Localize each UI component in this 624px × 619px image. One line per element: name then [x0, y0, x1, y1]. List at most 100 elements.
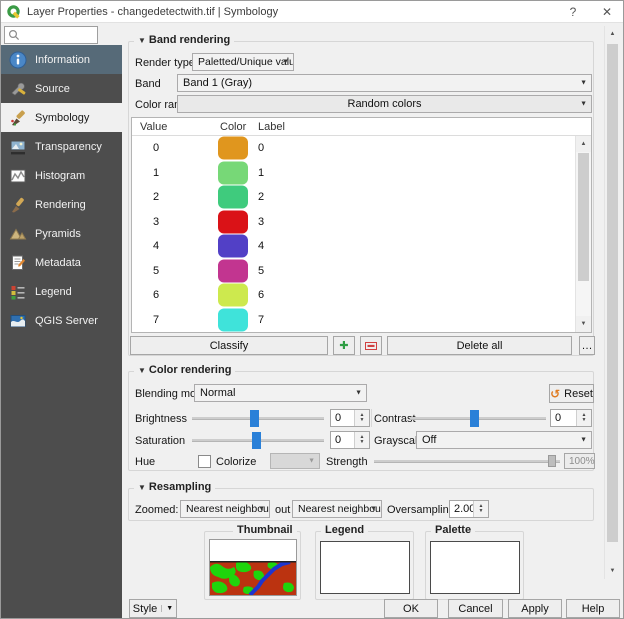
strength-slider-thumb[interactable]	[548, 455, 556, 467]
sidebar-item-transparency[interactable]: Transparency	[1, 132, 122, 161]
band-rendering-group: ▼ Band rendering Render type Paletted/Uni…	[128, 34, 595, 356]
value-column-header: Value	[140, 121, 168, 133]
table-row[interactable]: 0 0	[132, 136, 575, 161]
dropdown-arrow-icon: ▼	[161, 605, 173, 612]
table-row[interactable]: 5 5	[132, 259, 575, 284]
colorize-color-combo[interactable]: ▼	[270, 453, 320, 469]
apply-button[interactable]: Apply	[508, 599, 562, 618]
sidebar-item-pyramids[interactable]: Pyramids	[1, 219, 122, 248]
color-rendering-title[interactable]: ▼ Color rendering	[134, 364, 236, 376]
render-type-combo[interactable]: Paletted/Unique values ▼	[192, 53, 294, 71]
spin-arrows-icon[interactable]: ▲ ▼	[354, 432, 369, 448]
style-button[interactable]: Style ▼	[129, 599, 177, 618]
sidebar-item-source[interactable]: Source	[1, 74, 122, 103]
remove-value-button[interactable]: ▬	[360, 336, 382, 355]
ok-button[interactable]: OK	[384, 599, 438, 618]
table-row[interactable]: 1 1	[132, 161, 575, 186]
strength-slider[interactable]	[374, 460, 560, 463]
more-options-button[interactable]: …	[579, 336, 595, 355]
close-window-button[interactable]: ✕	[597, 3, 617, 21]
saturation-spinbox[interactable]: 0 ▲ ▼	[330, 431, 370, 449]
strength-label: Strength	[326, 456, 368, 468]
cancel-button[interactable]: Cancel	[448, 599, 503, 618]
main-scrollbar-thumb[interactable]	[607, 44, 618, 542]
table-row[interactable]: 2 2	[132, 185, 575, 210]
color-swatch[interactable]	[218, 136, 248, 160]
saturation-slider-thumb[interactable]	[252, 432, 261, 449]
information-icon	[9, 51, 27, 68]
metadata-icon	[12, 255, 25, 270]
sidebar-item-rendering[interactable]: Rendering	[1, 190, 122, 219]
brightness-slider-thumb[interactable]	[250, 410, 259, 427]
color-swatch[interactable]	[218, 283, 248, 307]
pyramids-icon	[9, 228, 27, 239]
scroll-down-icon[interactable]: ▼	[605, 563, 620, 579]
thumbnail-group: Thumbnail	[204, 524, 301, 600]
label-cell: 2	[258, 191, 265, 204]
table-row[interactable]: 6 6	[132, 283, 575, 308]
dropdown-arrow-icon: ▼	[282, 58, 289, 66]
color-swatch[interactable]	[218, 234, 248, 258]
colorize-checkbox[interactable]	[198, 455, 211, 468]
zoomed-in-combo[interactable]: Nearest neighbour ▼	[180, 500, 270, 518]
sidebar-item-information[interactable]: Information	[1, 45, 122, 74]
saturation-label: Saturation	[135, 435, 186, 447]
oversampling-spinbox[interactable]: 2.00 ▲ ▼	[449, 500, 489, 518]
delete-all-button[interactable]: Delete all	[387, 336, 572, 355]
saturation-value: 0	[335, 434, 342, 446]
reset-icon: ↺	[550, 386, 561, 401]
resampling-title[interactable]: ▼ Resampling	[134, 481, 216, 493]
scroll-up-icon[interactable]: ▲	[605, 26, 620, 42]
dropdown-arrow-icon: ▼	[580, 100, 587, 108]
sidebar-item-metadata[interactable]: Metadata	[1, 248, 122, 277]
table-scrollbar-thumb[interactable]	[578, 153, 589, 281]
render-type-value: Paletted/Unique values	[198, 56, 293, 68]
sidebar-search-input[interactable]	[4, 26, 98, 44]
table-row[interactable]: 3 3	[132, 210, 575, 235]
collapse-triangle-icon: ▼	[138, 36, 146, 45]
table-row[interactable]: 7 7	[132, 308, 575, 333]
contrast-spinbox[interactable]: 0 ▲ ▼	[550, 409, 592, 427]
help-button[interactable]: Help	[566, 599, 620, 618]
color-swatch[interactable]	[218, 161, 248, 185]
value-cell: 7	[152, 313, 160, 326]
grayscale-combo[interactable]: Off ▼	[416, 431, 592, 449]
sidebar-item-qgis-server[interactable]: QGIS Server	[1, 306, 122, 335]
color-ramp-combo[interactable]: Random colors ▼	[177, 95, 592, 113]
main-scrollbar[interactable]: ▲ ▼	[604, 26, 620, 579]
scroll-down-icon[interactable]: ▼	[576, 316, 591, 332]
table-row[interactable]: 4 4	[132, 234, 575, 259]
sidebar-item-symbology[interactable]: Symbology	[1, 103, 122, 132]
sidebar-item-label: Transparency	[35, 140, 102, 153]
label-cell: 1	[258, 166, 265, 179]
spin-arrows-icon[interactable]: ▲ ▼	[576, 410, 591, 426]
brightness-spinbox[interactable]: 0 ▲ ▼	[330, 409, 370, 427]
color-swatch[interactable]	[218, 185, 248, 209]
table-scrollbar[interactable]: ▲ ▼	[575, 136, 591, 332]
sidebar-item-histogram[interactable]: Histogram	[1, 161, 122, 190]
reset-button[interactable]: ↺ Reset	[549, 384, 594, 403]
band-value: Band 1 (Gray)	[183, 77, 253, 89]
blending-mode-combo[interactable]: Normal ▼	[194, 384, 367, 402]
scroll-up-icon[interactable]: ▲	[576, 136, 591, 152]
classify-button[interactable]: Classify	[130, 336, 328, 355]
color-swatch[interactable]	[218, 210, 248, 234]
band-rendering-title[interactable]: ▼ Band rendering	[134, 34, 235, 46]
add-value-button[interactable]: ✚	[333, 336, 355, 355]
sidebar-item-legend[interactable]: Legend	[1, 277, 122, 306]
spin-arrows-icon[interactable]: ▲ ▼	[354, 410, 369, 426]
zoomed-out-combo[interactable]: Nearest neighbour ▼	[292, 500, 382, 518]
band-combo[interactable]: Band 1 (Gray) ▼	[177, 74, 592, 92]
dropdown-arrow-icon: ▼	[258, 505, 265, 513]
help-window-button[interactable]: ?	[563, 3, 583, 21]
spin-arrows-icon[interactable]: ▲ ▼	[473, 501, 488, 517]
palette-title: Palette	[431, 524, 476, 536]
brightness-label: Brightness	[135, 413, 187, 425]
color-swatch[interactable]	[218, 308, 248, 332]
value-color-table[interactable]: Value Color Label 0 0 1 1 2 2 3 3 4 4 5 …	[131, 117, 592, 333]
qgis-server-icon	[10, 314, 26, 327]
strength-spinbox[interactable]: 100%	[564, 453, 595, 469]
contrast-slider-thumb[interactable]	[470, 410, 479, 427]
color-swatch[interactable]	[218, 259, 248, 283]
value-cell: 4	[152, 240, 160, 253]
